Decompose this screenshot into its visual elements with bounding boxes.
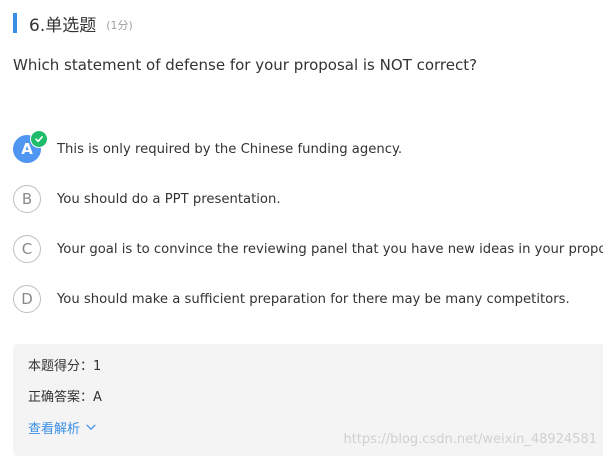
option-c[interactable]: C Your goal is to convince the reviewing… [13, 233, 603, 265]
score-row: 本题得分：1 [28, 355, 101, 374]
correct-answer-row: 正确答案：A [28, 386, 102, 405]
option-b-circle[interactable]: B [13, 185, 41, 213]
correct-answer-value: A [93, 390, 102, 405]
question-text: Which statement of defense for your prop… [13, 56, 478, 74]
score-value: 1 [93, 359, 102, 374]
chevron-down-icon [86, 424, 96, 430]
option-d[interactable]: D You should make a sufficient preparati… [13, 283, 570, 315]
question-number: 6.单选题 [29, 15, 97, 36]
option-a-circle[interactable]: A [13, 130, 48, 163]
option-b-letter: B [21, 190, 33, 208]
question-score: (1分) [106, 19, 133, 32]
option-c-letter: C [21, 240, 33, 258]
watermark: https://blog.csdn.net/weixin_48924581 [343, 432, 597, 447]
view-analysis-link[interactable]: 查看解析 [28, 418, 96, 437]
option-d-text: You should make a sufficient preparation… [57, 291, 570, 307]
option-b-text: You should do a PPT presentation. [57, 191, 281, 207]
view-analysis-label: 查看解析 [28, 422, 81, 437]
score-label: 本题得分： [28, 359, 94, 374]
question-header: 6.单选题 (1分) [13, 12, 133, 36]
correct-check-icon [30, 130, 48, 148]
option-a[interactable]: A This is only required by the Chinese f… [13, 130, 403, 165]
option-a-text: This is only required by the Chinese fun… [57, 141, 403, 157]
correct-answer-label: 正确答案： [28, 390, 94, 405]
option-d-circle[interactable]: D [13, 285, 41, 313]
option-c-text: Your goal is to convince the reviewing p… [57, 241, 603, 257]
option-d-letter: D [21, 290, 33, 308]
option-b[interactable]: B You should do a PPT presentation. [13, 183, 281, 215]
option-c-circle[interactable]: C [13, 235, 41, 263]
accent-bar [13, 13, 17, 33]
